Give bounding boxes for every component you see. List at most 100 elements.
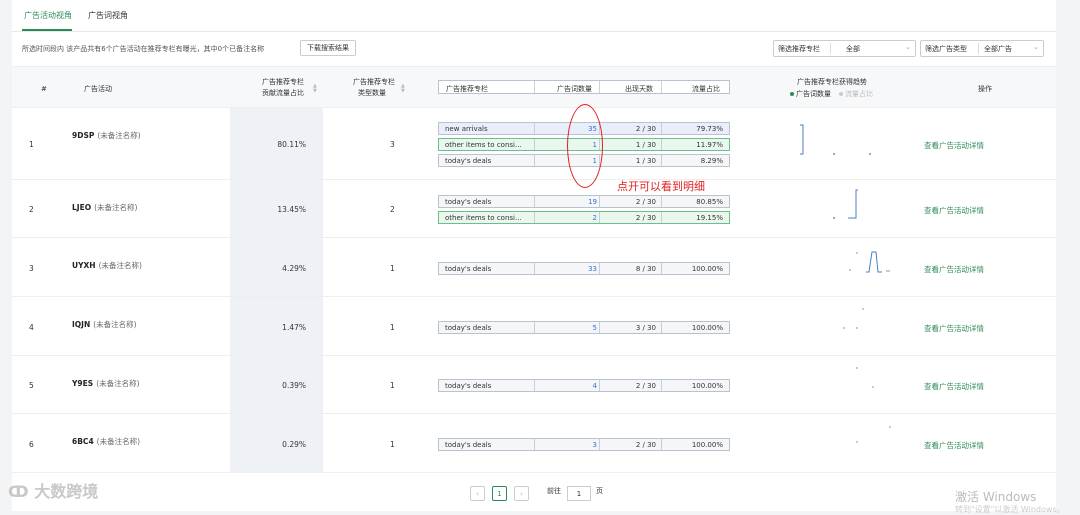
column-name: today's deals (445, 323, 492, 332)
traffic-share: 80.11% (277, 140, 306, 149)
days-shown: 2 / 30 (635, 214, 656, 222)
days-shown: 8 / 30 (635, 264, 656, 273)
download-results-button[interactable]: 下载搜索结果 (300, 40, 356, 56)
prev-page-button[interactable]: ‹ (470, 486, 485, 501)
keyword-count[interactable]: 2 (539, 214, 597, 222)
sub-col-divider (534, 155, 535, 166)
traffic-pct: 100.00% (691, 264, 723, 273)
campaign-name: 9DSP (未备注名称) (72, 130, 141, 141)
windows-activation-subtext: 转到"设置"以激活 Windows。 (955, 505, 1065, 514)
recommendation-column-row[interactable]: today's deals 4 2 / 30 100.00% (438, 379, 730, 392)
keyword-count[interactable]: 4 (539, 382, 597, 390)
column-name: today's deals (445, 157, 492, 165)
column-type-count: 1 (390, 263, 395, 273)
recommendation-column-row[interactable]: today's deals 5 3 / 30 100.00% (438, 320, 730, 334)
sub-col-divider (661, 81, 662, 93)
goto-page-input[interactable]: 1 (567, 486, 591, 501)
row-index: 1 (29, 140, 34, 149)
sub-col-divider (661, 123, 662, 134)
column-name: today's deals (445, 264, 492, 273)
page-number-current[interactable]: 1 (492, 486, 507, 501)
sub-col-divider (534, 139, 535, 150)
sub-col-pct: 流量占比 (692, 85, 720, 93)
chevron-down-icon: ⌄ (1033, 43, 1039, 51)
filter-separator (978, 43, 979, 54)
column-name: today's deals (445, 440, 492, 449)
recommendation-column-row[interactable]: other items to consi... 2 2 / 30 19.15% (438, 211, 730, 224)
sub-col-divider (599, 196, 600, 207)
legend-dot-inactive-icon (839, 92, 843, 96)
col-index: # (41, 85, 47, 93)
campaign-note: (未备注名称) (97, 131, 141, 140)
col-share-line2: 贡献流量占比 (262, 89, 304, 97)
row-index: 5 (29, 381, 34, 390)
windows-activation-text: 激活 Windows (955, 490, 1037, 504)
view-campaign-details-link[interactable]: 查看广告活动详情 (924, 381, 984, 392)
campaign-id: Y9ES (72, 379, 94, 388)
column-filter-label: 筛选推荐专栏 (778, 45, 820, 53)
filter-separator (830, 43, 831, 54)
traffic-pct: 100.00% (691, 382, 723, 390)
goto-prefix: 前往 (547, 487, 561, 495)
view-campaign-details-link[interactable]: 查看广告活动详情 (924, 140, 984, 151)
sub-col-divider (661, 262, 662, 274)
column-type-count: 1 (390, 381, 395, 390)
sub-col-count: 广告词数量 (557, 85, 592, 93)
keyword-count[interactable]: 19 (539, 198, 597, 206)
view-campaign-details-link[interactable]: 查看广告活动详情 (924, 205, 984, 216)
sub-col-days: 出现天数 (625, 85, 653, 93)
sub-col-divider (534, 81, 535, 93)
view-campaign-details-link[interactable]: 查看广告活动详情 (924, 264, 984, 275)
col-types-line2: 类型数量 (358, 89, 386, 97)
tab-campaign-view[interactable]: 广告活动视角 (24, 10, 72, 21)
traffic-share: 1.47% (282, 322, 306, 332)
sub-col-divider (534, 321, 535, 333)
campaign-note: (未备注名称) (96, 437, 141, 446)
legend-active-label[interactable]: 广告词数量 (796, 90, 831, 98)
sort-icon[interactable]: ▲ ▼ (313, 84, 317, 94)
campaign-note: (未备注名称) (98, 261, 142, 270)
days-shown: 2 / 30 (635, 198, 656, 206)
recommendation-column-row[interactable]: today's deals 19 2 / 30 80.85% (438, 195, 730, 208)
summary-text: 所选时间段内 该产品共有6个广告活动在推荐专栏有曝光，其中0个已备注名称 (22, 45, 265, 53)
keyword-count[interactable]: 3 (539, 441, 597, 449)
view-campaign-details-link[interactable]: 查看广告活动详情 (924, 440, 984, 451)
column-filter-select[interactable]: 筛选推荐专栏 全部 ⌄ (773, 40, 916, 57)
recommendation-column-row[interactable]: today's deals 3 2 / 30 100.00% (438, 437, 730, 451)
row-index: 6 (29, 439, 34, 449)
column-name: new arrivals (445, 125, 488, 133)
sort-icon[interactable]: ▲ ▼ (401, 84, 405, 94)
row-index: 4 (29, 322, 34, 332)
days-shown: 1 / 30 (635, 141, 656, 149)
campaign-name: LJEO (未备注名称) (72, 202, 137, 213)
tabs-divider (12, 31, 1056, 32)
column-type-count: 3 (390, 140, 395, 149)
col-campaign: 广告活动 (84, 85, 112, 93)
goto-suffix: 页 (596, 487, 603, 495)
ad-type-filter-value: 全部广告 (984, 45, 1012, 53)
next-page-button[interactable]: › (514, 486, 529, 501)
traffic-share: 4.29% (282, 263, 306, 273)
row-index: 2 (29, 205, 34, 214)
column-name: today's deals (445, 198, 492, 206)
campaign-name: UYXH (未备注名称) (72, 260, 142, 271)
sub-col-divider (534, 262, 535, 274)
column-name: other items to consi... (445, 141, 522, 149)
col-share-line1: 广告推荐专栏 (262, 78, 304, 86)
view-campaign-details-link[interactable]: 查看广告活动详情 (924, 323, 984, 334)
column-type-count: 1 (390, 322, 395, 332)
keyword-count[interactable]: 33 (539, 265, 597, 273)
ad-type-filter-select[interactable]: 筛选广告类型 全部广告 ⌄ (920, 40, 1044, 57)
legend-inactive-label[interactable]: 流量占比 (845, 90, 873, 98)
tab-keyword-view[interactable]: 广告词视角 (88, 10, 128, 21)
sub-col-divider (534, 123, 535, 134)
traffic-pct: 100.00% (691, 323, 723, 332)
sub-col-divider (534, 380, 535, 391)
recommendation-column-row[interactable]: today's deals 33 8 / 30 100.00% (438, 261, 730, 275)
traffic-share: 13.45% (277, 205, 306, 214)
keyword-count[interactable]: 5 (539, 324, 597, 332)
campaign-id: 9DSP (72, 131, 95, 140)
watermark-logo: ↀ 大数跨境 (8, 482, 99, 501)
traffic-pct: 19.15% (696, 214, 723, 222)
row-index: 3 (29, 263, 34, 273)
